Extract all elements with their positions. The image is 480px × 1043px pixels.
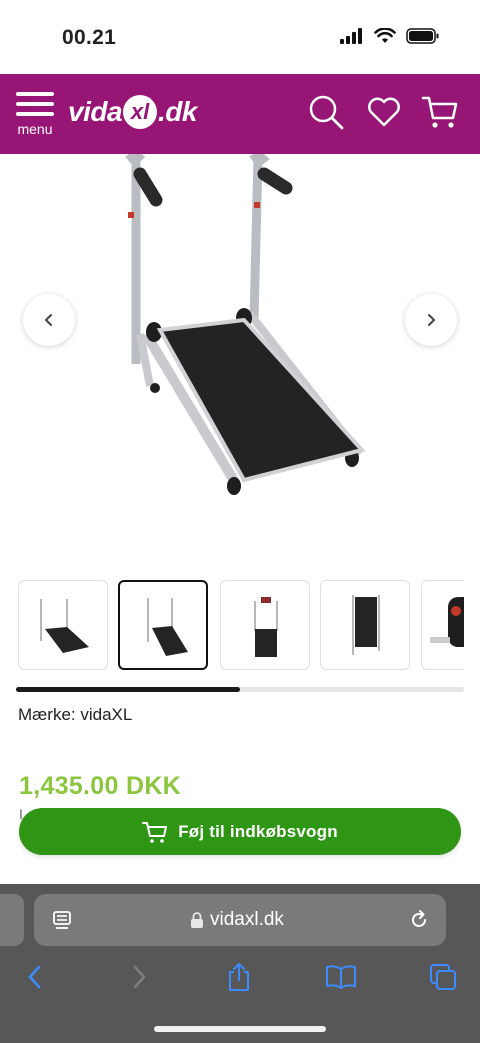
gallery-next-button[interactable] — [405, 294, 457, 346]
reader-icon[interactable] — [52, 909, 74, 931]
address-url: vidaxl.dk — [210, 909, 284, 930]
previous-tab-edge[interactable] — [0, 894, 24, 946]
gallery-prev-button[interactable] — [23, 294, 75, 346]
search-icon[interactable] — [306, 92, 346, 132]
logo-xl-text: xl — [130, 99, 150, 124]
thumbnail-image — [40, 599, 89, 653]
lock-icon — [191, 912, 203, 928]
thumbnail-active[interactable] — [118, 580, 208, 670]
thumbnail[interactable] — [18, 580, 108, 670]
thumbnail-image — [352, 595, 380, 655]
tabs-button[interactable] — [426, 960, 460, 994]
cart-icon — [142, 821, 168, 843]
product-image-treadmill — [125, 154, 366, 495]
site-logo[interactable]: vida xl .dk — [68, 92, 197, 132]
thumbnail-image — [147, 598, 188, 656]
product-gallery[interactable] — [0, 154, 480, 574]
thumbnail[interactable] — [320, 580, 410, 670]
status-bar: 00.21 — [0, 0, 480, 74]
logo-suffix: .dk — [158, 96, 197, 127]
thumbnail-strip[interactable] — [18, 580, 464, 672]
product-price: 1,435.00 DKK — [19, 772, 182, 800]
tabs-icon — [430, 964, 456, 990]
browser-chrome: vidaxl.dk — [0, 884, 480, 1043]
chevron-right-icon — [428, 314, 435, 326]
battery-icon — [406, 28, 439, 44]
bookmarks-icon — [326, 965, 356, 989]
thumbnail-scroll-fill — [16, 687, 240, 692]
logo-xl-mark: xl — [123, 95, 158, 129]
product-brand: Mærke: vidaXL — [18, 705, 133, 724]
share-button[interactable] — [222, 960, 256, 994]
thumbnail[interactable] — [421, 580, 464, 670]
thumbnail-scroll-indicator — [16, 687, 464, 692]
cart-icon[interactable] — [420, 92, 460, 132]
back-button[interactable] — [18, 960, 52, 994]
logo-prefix: vida — [68, 96, 123, 127]
add-to-cart-label: Føj til indkøbsvogn — [178, 821, 338, 841]
reload-icon[interactable] — [408, 909, 430, 931]
share-icon — [229, 963, 249, 991]
add-to-cart-button[interactable]: Føj til indkøbsvogn — [19, 808, 461, 855]
status-icons — [340, 28, 440, 44]
hamburger-icon — [12, 92, 58, 116]
menu-button[interactable]: menu — [12, 92, 58, 142]
thumbnail-image — [254, 597, 278, 657]
signal-icon — [340, 28, 362, 44]
wifi-icon — [374, 28, 396, 43]
bookmarks-button[interactable] — [324, 960, 358, 994]
thumbnail[interactable] — [220, 580, 310, 670]
forward-button[interactable] — [122, 960, 156, 994]
thumbnail-image — [430, 597, 464, 647]
chevron-left-icon — [45, 314, 52, 326]
back-icon — [28, 965, 41, 989]
forward-icon — [133, 965, 146, 989]
home-indicator[interactable] — [154, 1026, 326, 1032]
menu-label: menu — [17, 121, 53, 137]
address-bar[interactable]: vidaxl.dk — [34, 894, 446, 946]
site-header: menu vida xl .dk — [0, 74, 480, 154]
status-time: 00.21 — [62, 26, 117, 49]
heart-icon[interactable] — [364, 92, 404, 132]
